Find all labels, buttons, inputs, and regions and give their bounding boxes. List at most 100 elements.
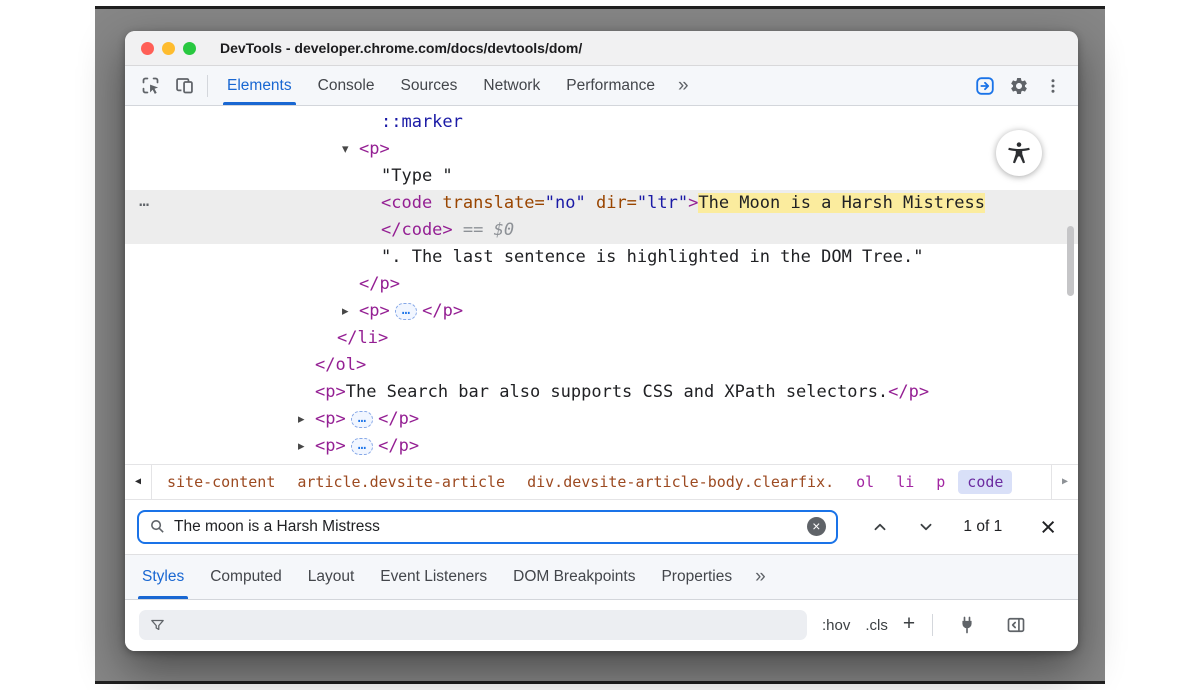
dom-segment-tag: </p> <box>359 274 400 294</box>
dom-tree-row[interactable]: ::marker <box>125 109 1078 136</box>
dom-tree-row[interactable]: ▸<p>…</p> <box>125 406 1078 433</box>
dom-segment-attr: translate= <box>432 193 545 213</box>
breadcrumb-item[interactable]: ol <box>847 470 883 494</box>
dom-segment-tag: <p> <box>359 301 390 321</box>
dom-segment-tag: </code> <box>381 220 453 240</box>
vertical-scrollbar[interactable] <box>1067 226 1074 296</box>
dom-tree: ::marker▾<p>"Type "…<code translate="no"… <box>125 109 1078 460</box>
dom-segment-text: The Search bar also supports CSS and XPa… <box>346 382 888 402</box>
tab-event-listeners[interactable]: Event Listeners <box>367 555 500 599</box>
zoom-window-button[interactable] <box>183 42 196 55</box>
breadcrumb-scroll-right-icon[interactable]: ▶ <box>1051 465 1078 499</box>
collapse-arrow-icon[interactable]: ▾ <box>342 136 349 163</box>
dom-tree-row[interactable]: </code> == $0 <box>125 217 1078 244</box>
dom-tree-row[interactable]: ▾ <p> <box>125 136 1078 163</box>
expand-arrow-icon[interactable]: ▸ <box>342 298 349 325</box>
row-overflow-icon[interactable]: … <box>139 188 150 215</box>
dom-segment-tag: </p> <box>378 436 419 456</box>
search-bar: × 1 of 1 × <box>125 500 1078 555</box>
tab-sources[interactable]: Sources <box>388 66 471 105</box>
dom-tree-row[interactable]: </ol> <box>125 352 1078 379</box>
dom-segment-value: "ltr" <box>637 193 688 213</box>
element-classes-button[interactable]: .cls <box>865 617 888 634</box>
dom-tree-row[interactable]: ". The last sentence is highlighted in t… <box>125 244 1078 271</box>
settings-gear-icon[interactable] <box>1002 66 1036 105</box>
inspect-element-icon[interactable] <box>133 66 167 105</box>
dom-segment-value: "no" <box>545 193 586 213</box>
kebab-menu-icon[interactable] <box>1036 66 1070 105</box>
dom-segment-tag: > <box>688 193 698 213</box>
previous-match-icon[interactable] <box>868 515 892 539</box>
dom-tree-row[interactable]: <p>The Search bar also supports CSS and … <box>125 379 1078 406</box>
screencast-icon[interactable] <box>968 66 1002 105</box>
search-box: × <box>137 510 838 544</box>
plug-icon[interactable] <box>950 615 984 635</box>
tab-styles[interactable]: Styles <box>129 555 197 599</box>
breadcrumb-item[interactable]: code <box>958 470 1012 494</box>
styles-filter-box <box>139 610 807 640</box>
toolbar-tabs: ElementsConsoleSourcesNetworkPerformance <box>214 66 668 105</box>
dom-tree-row[interactable]: </li> <box>125 325 1078 352</box>
device-toolbar-icon[interactable] <box>167 66 201 105</box>
filter-bar-divider <box>932 614 933 636</box>
tab-network[interactable]: Network <box>470 66 553 105</box>
toggle-sidebar-icon[interactable] <box>999 615 1033 635</box>
dom-segment-match: The Moon is a Harsh Mistress <box>698 193 985 213</box>
accessibility-person-icon <box>1006 140 1032 166</box>
styles-filter-bar: :hov .cls + <box>125 600 1078 652</box>
tab-computed[interactable]: Computed <box>197 555 295 599</box>
tab-dom-breakpoints[interactable]: DOM Breakpoints <box>500 555 648 599</box>
sidebar-tab-bar: StylesComputedLayoutEvent ListenersDOM B… <box>125 555 1078 600</box>
dom-tree-row[interactable]: …<code translate="no" dir="ltr">The Moon… <box>125 190 1078 217</box>
dom-segment-tag: <code <box>381 193 432 213</box>
dom-segment-pseudo: ::marker <box>381 112 463 132</box>
accessibility-overlay-button[interactable] <box>996 130 1042 176</box>
breadcrumb-item[interactable]: div.devsite-article-body.clearfix. <box>518 470 843 494</box>
expand-arrow-icon[interactable]: ▸ <box>298 406 305 433</box>
tab-elements[interactable]: Elements <box>214 66 305 105</box>
next-match-icon[interactable] <box>914 515 938 539</box>
dom-tree-row[interactable]: "Type " <box>125 163 1078 190</box>
breadcrumb-bar: ◀ site-contentarticle.devsite-articlediv… <box>125 464 1078 500</box>
tab-performance[interactable]: Performance <box>553 66 668 105</box>
dom-segment-tag: </ol> <box>315 355 366 375</box>
dom-tree-row[interactable]: ▸ <p> … </p> <box>125 433 1078 460</box>
tab-layout[interactable]: Layout <box>295 555 368 599</box>
breadcrumb-item[interactable]: article.devsite-article <box>288 470 514 494</box>
dom-tree-row[interactable]: </p> <box>125 271 1078 298</box>
tab-console[interactable]: Console <box>305 66 388 105</box>
clear-search-icon[interactable]: × <box>807 517 826 536</box>
search-icon <box>149 518 166 535</box>
dom-tree-row[interactable]: ▸<p>…</p> <box>125 298 1078 325</box>
titlebar[interactable]: DevTools - developer.chrome.com/docs/dev… <box>125 31 1078 66</box>
dom-segment-tag: <p> <box>315 409 346 429</box>
breadcrumb-scroll-left-icon[interactable]: ◀ <box>125 465 152 499</box>
close-window-button[interactable] <box>141 42 154 55</box>
dom-segment-tag: <p> <box>315 436 346 456</box>
more-panels-button[interactable]: » <box>668 66 699 105</box>
dom-segment-tag: <p> <box>359 139 390 159</box>
dom-segment-tag: </p> <box>888 382 929 402</box>
dom-segment-tag: <p> <box>315 382 346 402</box>
breadcrumb-item[interactable]: site-content <box>158 470 284 494</box>
new-style-rule-button[interactable]: + <box>903 612 915 636</box>
dom-segment-tag: </li> <box>337 328 388 348</box>
search-results-count: 1 of 1 <box>963 518 1002 536</box>
dom-segment-anno: == $0 <box>453 220 514 240</box>
search-input[interactable] <box>174 518 807 536</box>
dom-segment-ellipsis[interactable]: … <box>351 411 373 428</box>
expand-arrow-icon[interactable]: ▸ <box>298 433 305 460</box>
more-sidebar-tabs-button[interactable]: » <box>745 555 776 599</box>
minimize-window-button[interactable] <box>162 42 175 55</box>
toolbar-spacer <box>699 66 968 105</box>
breadcrumb-item[interactable]: li <box>887 470 923 494</box>
devtools-window: DevTools - developer.chrome.com/docs/dev… <box>125 31 1078 651</box>
elements-tree-panel: ::marker▾<p>"Type "…<code translate="no"… <box>125 106 1078 464</box>
breadcrumb-item[interactable]: p <box>927 470 954 494</box>
styles-filter-input[interactable] <box>174 617 797 633</box>
dom-segment-ellipsis[interactable]: … <box>395 303 417 320</box>
toggle-element-state-button[interactable]: :hov <box>822 617 850 634</box>
tab-properties[interactable]: Properties <box>648 555 745 599</box>
close-search-icon[interactable]: × <box>1030 514 1066 540</box>
dom-segment-ellipsis[interactable]: … <box>351 438 373 455</box>
